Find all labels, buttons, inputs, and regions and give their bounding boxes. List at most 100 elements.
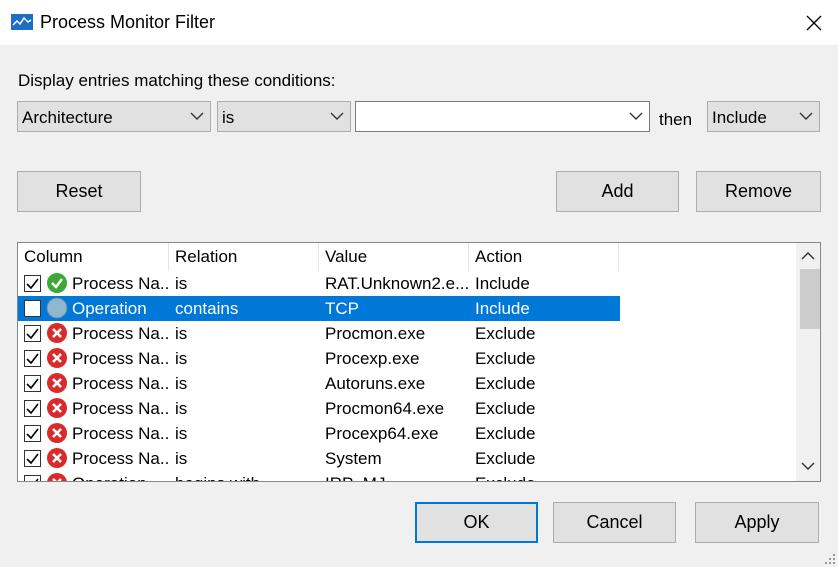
close-button[interactable]	[790, 0, 838, 45]
cell-value: Procmon.exe	[325, 323, 426, 343]
resize-grip-icon[interactable]	[822, 551, 836, 565]
cell-column: Process Na...	[72, 373, 169, 393]
table-row[interactable]: Process Na... is RAT.Unknown2.e... Include	[18, 271, 620, 296]
cell-column: Process Na...	[72, 448, 169, 468]
cancel-button[interactable]: Cancel	[553, 502, 676, 543]
cell-action: Exclude	[475, 373, 536, 393]
cell-action: Exclude	[475, 348, 536, 368]
cell-relation: begins with	[175, 474, 325, 482]
cell-action: Exclude	[475, 448, 536, 468]
cell-value: IRP_MJ_	[325, 474, 475, 482]
cell-column: Process Na...	[72, 348, 169, 368]
ok-button[interactable]: OK	[415, 502, 538, 543]
cell-value: Procmon64.exe	[325, 398, 445, 418]
window-title: Process Monitor Filter	[40, 12, 216, 32]
cell-column: Operation	[72, 298, 147, 318]
column-header-column[interactable]: Column	[18, 243, 169, 271]
cell-action: Include	[475, 298, 530, 318]
table-row[interactable]: Process Na... is Procmon64.exe Exclude	[18, 396, 620, 421]
exclude-x-icon	[47, 323, 67, 343]
row-checkbox[interactable]	[24, 425, 41, 442]
cell-relation: contains	[175, 298, 239, 318]
cell-column: Process Na...	[72, 323, 169, 343]
cell-column: Process Na...	[72, 423, 169, 443]
row-checkbox[interactable]	[24, 275, 41, 292]
filter-list[interactable]: Column Relation Value Action Process Na.…	[17, 242, 821, 482]
apply-button[interactable]: Apply	[695, 502, 819, 543]
scroll-up-icon[interactable]	[801, 251, 815, 261]
cell-action: Exclude	[475, 398, 536, 418]
relation-dropdown-value: is	[222, 108, 235, 127]
cell-column: Operation	[72, 474, 169, 482]
cell-relation: is	[175, 448, 188, 468]
vertical-scrollbar[interactable]	[796, 243, 820, 481]
row-checkbox[interactable]	[24, 375, 41, 392]
cell-relation: is	[175, 373, 188, 393]
column-dropdown[interactable]: Architecture	[17, 101, 211, 132]
cell-relation: is	[175, 273, 188, 293]
checkmark-icon	[26, 278, 39, 290]
checkmark-icon	[26, 328, 39, 340]
action-dropdown-value: Include	[712, 108, 767, 127]
checkmark-icon	[26, 403, 39, 415]
exclude-x-icon	[47, 448, 67, 468]
exclude-x-icon	[47, 348, 67, 368]
row-checkbox[interactable]	[24, 475, 41, 481]
cell-value: Procexp64.exe	[325, 423, 439, 443]
checkmark-icon	[26, 353, 39, 365]
scroll-down-icon[interactable]	[801, 461, 815, 471]
cell-column: Process Na...	[72, 398, 169, 418]
exclude-x-icon	[47, 398, 67, 418]
then-label: then	[659, 110, 693, 129]
cell-relation: is	[175, 423, 188, 443]
table-row[interactable]: Operation begins withIRP_MJ_Exclude	[18, 471, 620, 482]
column-header-relation[interactable]: Relation	[169, 243, 319, 271]
row-checkbox[interactable]	[24, 450, 41, 467]
table-row[interactable]: Operation contains TCP Include	[18, 296, 620, 321]
value-combobox[interactable]	[355, 101, 650, 132]
cell-column: Process Na...	[72, 273, 169, 293]
exclude-x-icon	[47, 373, 67, 393]
column-header-value[interactable]: Value	[319, 243, 469, 271]
row-checkbox[interactable]	[24, 300, 41, 317]
cell-value: Autoruns.exe	[325, 373, 426, 393]
cell-action: Exclude	[475, 323, 536, 343]
conditions-heading: Display entries matching these condition…	[18, 71, 336, 90]
cell-value: Procexp.exe	[325, 348, 420, 368]
chevron-down-icon	[629, 112, 643, 120]
relation-dropdown[interactable]: is	[217, 101, 351, 132]
table-row[interactable]: Process Na... is Autoruns.exe Exclude	[18, 371, 620, 396]
table-row[interactable]: Process Na... is Procmon.exe Exclude	[18, 321, 620, 346]
title-bar: Process Monitor Filter	[0, 0, 838, 45]
filter-list-header: Column Relation Value Action	[18, 243, 619, 271]
row-checkbox[interactable]	[24, 350, 41, 367]
reset-button[interactable]: Reset	[17, 171, 141, 212]
action-dropdown[interactable]: Include	[707, 101, 820, 132]
row-checkbox[interactable]	[24, 400, 41, 417]
chevron-down-icon	[799, 112, 813, 120]
table-row[interactable]: Process Na... is System Exclude	[18, 446, 620, 471]
checkmark-icon	[26, 378, 39, 390]
checkmark-icon	[26, 428, 39, 440]
cell-value: TCP	[325, 298, 359, 318]
chevron-down-icon	[330, 112, 344, 120]
exclude-x-icon	[47, 423, 67, 443]
remove-button[interactable]: Remove	[696, 171, 821, 212]
cell-action: Exclude	[475, 423, 536, 443]
cell-relation: is	[175, 323, 188, 343]
table-row[interactable]: Process Na... is Procexp64.exe Exclude	[18, 421, 620, 446]
row-checkbox[interactable]	[24, 325, 41, 342]
scrollbar-thumb[interactable]	[800, 269, 820, 329]
column-dropdown-value: Architecture	[22, 108, 113, 127]
chevron-down-icon	[190, 112, 204, 120]
checkmark-icon	[35, 478, 39, 481]
table-row[interactable]: Process Na... is Procexp.exe Exclude	[18, 346, 620, 371]
include-check-icon	[47, 273, 67, 293]
cell-relation: is	[175, 398, 188, 418]
cell-action: Exclude	[475, 474, 620, 482]
cell-action: Include	[475, 273, 530, 293]
process-monitor-icon	[11, 14, 33, 30]
add-button[interactable]: Add	[556, 171, 679, 212]
cell-value: System	[325, 448, 382, 468]
column-header-action[interactable]: Action	[469, 243, 619, 271]
